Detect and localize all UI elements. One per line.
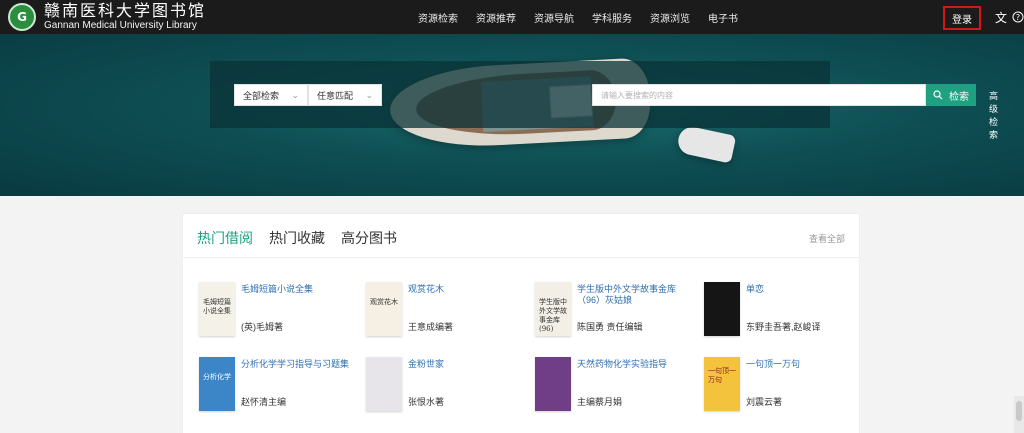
- login-button[interactable]: 登录: [943, 6, 981, 30]
- nav-resource-search[interactable]: 资源检索: [418, 10, 458, 25]
- view-all-link[interactable]: 查看全部: [809, 232, 845, 245]
- help-icon[interactable]: ?: [1010, 9, 1024, 25]
- book-tabs: 热门借阅 热门收藏 高分图书: [197, 228, 397, 248]
- search-button-label: 检索: [949, 91, 969, 103]
- book-cover-text: 一句顶一万句: [708, 367, 736, 384]
- nav-resource-recommend[interactable]: 资源推荐: [476, 10, 516, 25]
- book-author: 赵怀清主编: [241, 397, 287, 407]
- search-scope-value: 全部检索: [243, 90, 280, 101]
- book-author: 王意成编著: [408, 322, 454, 332]
- search-icon: [933, 90, 943, 100]
- help-icon-label: ?: [1015, 12, 1021, 22]
- book-cover-text: 观赏花木: [370, 298, 398, 306]
- book-title[interactable]: 毛姆短篇小说全集: [241, 284, 359, 295]
- book-cover[interactable]: 毛姆短篇小说全集: [199, 282, 235, 336]
- search-panel: 全部检索 ⌄ 任意匹配 ⌄ 检索 高级检索: [210, 61, 998, 140]
- brand-name-cn: 赣南医科大学图书馆: [44, 1, 207, 20]
- book-cover[interactable]: 观赏花木: [366, 282, 402, 336]
- scrollbar-thumb[interactable]: [1016, 401, 1022, 421]
- book-cover[interactable]: 一句顶一万句: [704, 357, 740, 411]
- book-author: (英)毛姆著: [241, 322, 283, 332]
- book-card[interactable]: 一句顶一万句 一句顶一万句 刘震云著: [704, 357, 864, 417]
- book-author: 刘震云著: [746, 397, 783, 407]
- book-title[interactable]: 分析化学学习指导与习题集: [241, 359, 359, 370]
- book-card[interactable]: 观赏花木 观赏花木 王意成编著: [366, 282, 526, 342]
- university-logo: G: [8, 3, 36, 31]
- search-button[interactable]: 检索: [926, 84, 976, 106]
- book-card[interactable]: 单恋 东野圭吾著,赵峻译: [704, 282, 864, 342]
- book-title[interactable]: 单恋: [746, 284, 864, 295]
- nav-ebooks[interactable]: 电子书: [708, 10, 738, 25]
- book-card[interactable]: 学生版中外文学故事金库(96) 学生版中外文学故事金库（96）灰姑娘 陈国勇 责…: [535, 282, 695, 342]
- book-cover[interactable]: 分析化学: [199, 357, 235, 411]
- brand-name-en: Gannan Medical University Library: [44, 20, 197, 31]
- book-title[interactable]: 一句顶一万句: [746, 359, 864, 370]
- book-cover[interactable]: [366, 357, 402, 411]
- search-scope-select[interactable]: 全部检索 ⌄: [234, 84, 308, 106]
- book-card[interactable]: 分析化学 分析化学学习指导与习题集 赵怀清主编: [199, 357, 359, 417]
- book-card[interactable]: 毛姆短篇小说全集 毛姆短篇小说全集 (英)毛姆著: [199, 282, 359, 342]
- nav-resource-browse[interactable]: 资源浏览: [650, 10, 690, 25]
- book-card[interactable]: 天然药物化学实验指导 主编蔡月娟: [535, 357, 695, 417]
- book-cover[interactable]: [704, 282, 740, 336]
- top-bar: G 赣南医科大学图书馆 Gannan Medical University Li…: [0, 0, 1024, 34]
- chevron-down-icon: ⌄: [291, 89, 299, 100]
- book-cover[interactable]: [535, 357, 571, 411]
- dinghy-illustration: [675, 124, 737, 164]
- books-section: 热门借阅 热门收藏 高分图书 查看全部 毛姆短篇小说全集 毛姆短篇小说全集 (英…: [183, 214, 859, 433]
- tab-hot-collection[interactable]: 热门收藏: [269, 228, 325, 248]
- book-title[interactable]: 天然药物化学实验指导: [577, 359, 695, 370]
- advanced-search-link[interactable]: 高级检索: [989, 89, 998, 141]
- book-cover-text: 学生版中外文学故事金库(96): [539, 298, 567, 333]
- chevron-down-icon: ⌄: [365, 89, 373, 100]
- nav-subject-service[interactable]: 学科服务: [592, 10, 632, 25]
- tab-divider: [183, 257, 859, 258]
- book-author: 东野圭吾著,赵峻译: [746, 322, 821, 332]
- book-author: 张恨水著: [408, 397, 445, 407]
- book-title[interactable]: 观赏花木: [408, 284, 526, 295]
- book-title[interactable]: 学生版中外文学故事金库（96）灰姑娘: [577, 284, 695, 306]
- book-cover-text: 分析化学: [203, 373, 231, 381]
- brand: 赣南医科大学图书馆 Gannan Medical University Libr…: [44, 2, 206, 32]
- book-author: 主编蔡月娟: [577, 397, 623, 407]
- tab-high-rated[interactable]: 高分图书: [341, 228, 397, 248]
- language-icon[interactable]: 文: [993, 9, 1009, 25]
- match-type-value: 任意匹配: [317, 90, 354, 101]
- book-cover[interactable]: 学生版中外文学故事金库(96): [535, 282, 571, 336]
- hero-banner: 全部检索 ⌄ 任意匹配 ⌄ 检索 高级检索: [0, 34, 1024, 196]
- book-card[interactable]: 金粉世家 张恨水著: [366, 357, 526, 417]
- main-nav: 资源检索 资源推荐 资源导航 学科服务 资源浏览 电子书: [418, 0, 738, 34]
- book-author: 陈国勇 责任编辑: [577, 322, 643, 332]
- book-title[interactable]: 金粉世家: [408, 359, 526, 370]
- page-scrollbar[interactable]: [1014, 396, 1024, 433]
- match-type-select[interactable]: 任意匹配 ⌄: [308, 84, 382, 106]
- tab-hot-borrow[interactable]: 热门借阅: [197, 228, 253, 248]
- nav-resource-navigation[interactable]: 资源导航: [534, 10, 574, 25]
- book-cover-text: 毛姆短篇小说全集: [203, 298, 231, 315]
- search-input[interactable]: [592, 84, 926, 106]
